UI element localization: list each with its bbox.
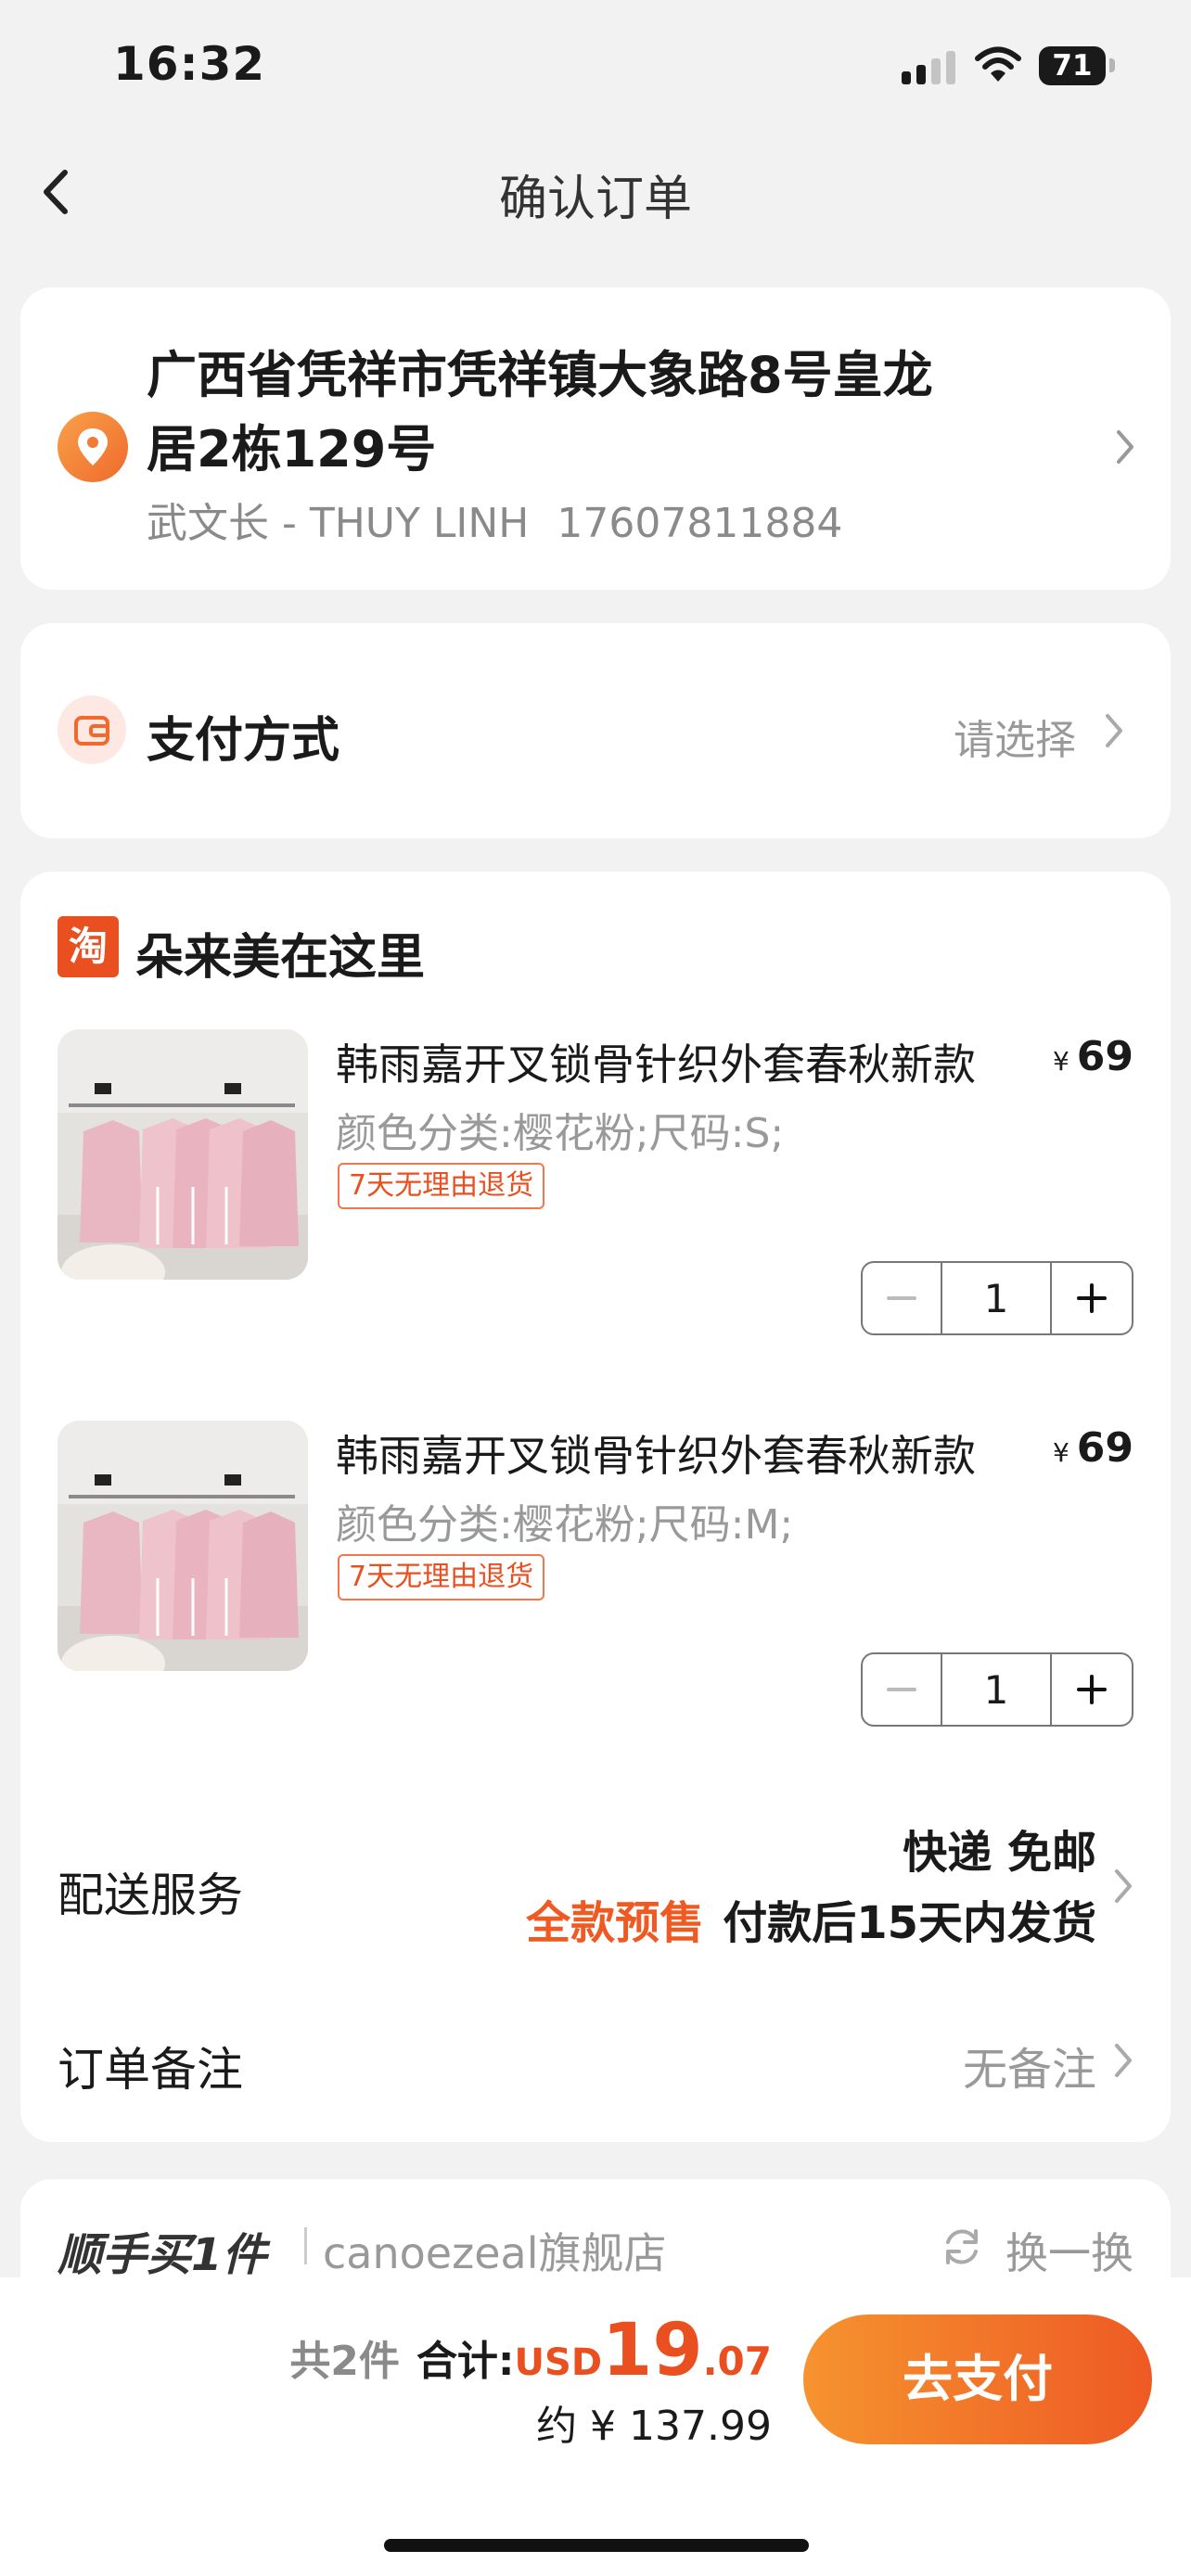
minus-icon	[887, 1296, 916, 1300]
page-title: 确认订单	[498, 172, 692, 227]
refresh-icon	[946, 2229, 978, 2264]
wifi-icon	[975, 46, 1021, 82]
order-note-value[interactable]: 无备注	[963, 2033, 1096, 2098]
product-image[interactable]	[58, 1029, 308, 1280]
address-line-1: 广西省凭祥市凭祥镇大象路8号皇龙	[147, 346, 933, 404]
note-chevron-right-icon[interactable]	[1111, 2040, 1135, 2081]
total-currency: USD	[514, 2341, 603, 2384]
total-approx-cny: 约 ¥ 137.99	[536, 2403, 772, 2450]
payment-chevron-right-icon	[1106, 714, 1122, 747]
product-sku[interactable]: 颜色分类:樱花粉;尺码:S;	[336, 1100, 784, 1159]
plus-icon	[1077, 1283, 1107, 1313]
swap-button[interactable]: 换一换	[1005, 2220, 1133, 2281]
shipping-service-label[interactable]: 配送服务	[58, 1858, 243, 1925]
product-image[interactable]	[58, 1421, 308, 1671]
shipping-chevron-right-icon[interactable]	[1111, 1866, 1135, 1906]
battery-icon: 71	[1039, 46, 1115, 85]
payment-method-label: 支付方式	[147, 713, 340, 769]
address-line-2: 居2栋129号	[147, 420, 437, 478]
minus-icon	[887, 1688, 916, 1691]
order-note-label[interactable]: 订单备注	[58, 2033, 243, 2099]
status-time: 16:32	[113, 37, 266, 91]
presale-label: 全款预售	[526, 1897, 705, 1949]
payment-method-value: 请选择	[954, 717, 1076, 764]
cellular-signal-icon	[902, 51, 955, 84]
shipping-schedule: 全款预售 付款后15天内发货	[526, 1897, 1096, 1949]
quantity-input[interactable]: 1	[942, 1263, 1052, 1333]
product-sku[interactable]: 颜色分类:樱花粉;尺码:M;	[336, 1491, 793, 1550]
add-on-store-name[interactable]: canoezeal旗舰店	[323, 2220, 667, 2281]
taobao-shop-icon: 淘	[58, 916, 119, 977]
quantity-decrease-button[interactable]	[863, 1654, 942, 1725]
product-price: ¥69	[1052, 1033, 1133, 1080]
pay-button[interactable]: 去支付	[803, 2315, 1152, 2444]
quantity-increase-button[interactable]	[1052, 1654, 1132, 1725]
total-label: 合计:	[416, 2338, 515, 2385]
address-chevron-right-icon	[1117, 430, 1133, 464]
product-price: ¥69	[1052, 1424, 1133, 1472]
total-amount-integer: 19	[602, 2309, 703, 2392]
quantity-stepper: 1	[861, 1261, 1133, 1335]
shipping-method: 快递 免邮	[903, 1827, 1096, 1879]
return-policy-badge: 7天无理由退货	[338, 1554, 545, 1600]
divider	[304, 2227, 307, 2264]
item-count: 共2件	[289, 2338, 400, 2385]
product-title[interactable]: 韩雨嘉开叉锁骨针织外套春秋新款	[336, 1031, 976, 1092]
wallet-icon	[58, 695, 126, 764]
return-policy-badge: 7天无理由退货	[338, 1163, 545, 1209]
recipient-name: 武文长 - THUY LINH	[147, 500, 530, 547]
home-indicator[interactable]	[384, 2539, 809, 2552]
plus-icon	[1077, 1675, 1107, 1704]
total-amount-decimal: .07	[702, 2339, 772, 2384]
battery-level: 71	[1052, 49, 1093, 83]
quantity-stepper: 1	[861, 1652, 1133, 1727]
back-arrow-icon[interactable]	[35, 159, 78, 224]
location-pin-icon	[58, 412, 128, 482]
add-on-title: 顺手买1件	[58, 2229, 267, 2281]
product-title[interactable]: 韩雨嘉开叉锁骨针织外套春秋新款	[336, 1422, 976, 1484]
shop-name[interactable]: 朵来美在这里	[135, 918, 425, 988]
address-contact: 武文长 - THUY LINH 17607811884	[147, 490, 842, 549]
recipient-phone: 17607811884	[557, 500, 843, 547]
quantity-increase-button[interactable]	[1052, 1263, 1132, 1333]
total-summary: 共2件 合计:USD19.07	[289, 2309, 772, 2392]
quantity-decrease-button[interactable]	[863, 1263, 942, 1333]
quantity-input[interactable]: 1	[942, 1654, 1052, 1725]
